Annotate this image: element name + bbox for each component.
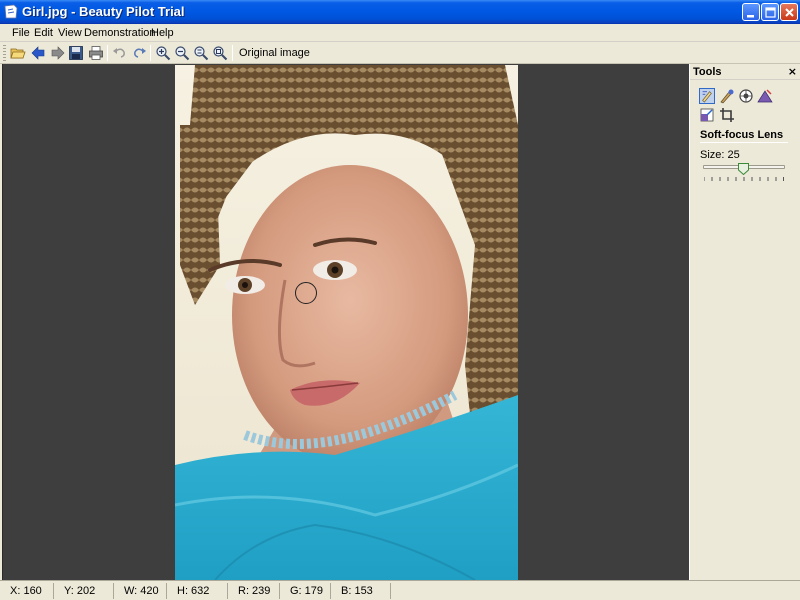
- redo-icon[interactable]: [131, 45, 147, 61]
- toolbar-separator: [232, 45, 233, 61]
- brush-cursor: [295, 282, 317, 304]
- menu-help[interactable]: Help: [151, 27, 174, 39]
- image-canvas[interactable]: [2, 64, 689, 580]
- active-tool-name: Soft-focus Lens: [700, 129, 784, 141]
- photo-girl[interactable]: [175, 65, 518, 580]
- tools-panel-title: Tools: [693, 66, 722, 78]
- zoom-fit-icon[interactable]: [193, 45, 209, 61]
- minimize-button[interactable]: [742, 3, 760, 21]
- menu-file[interactable]: File: [12, 27, 30, 39]
- status-w: W: 420: [124, 585, 159, 597]
- sharpen-tool-icon[interactable]: [757, 88, 773, 104]
- maximize-button[interactable]: [761, 3, 779, 21]
- status-y: Y: 202: [64, 585, 96, 597]
- menu-bar: File Edit View Demonstration Help: [0, 24, 800, 42]
- toolbar-grip[interactable]: [3, 45, 6, 61]
- app-icon: [4, 4, 18, 19]
- status-x: X: 160: [10, 585, 42, 597]
- zoom-out-icon[interactable]: [174, 45, 190, 61]
- resize-tool-icon[interactable]: [699, 107, 715, 123]
- menu-demonstration[interactable]: Demonstration: [84, 27, 156, 39]
- divider: [700, 142, 788, 143]
- size-slider-thumb[interactable]: [738, 163, 749, 175]
- photo-illustration: [175, 65, 518, 580]
- save-icon[interactable]: [68, 45, 84, 61]
- toolbar-separator: [107, 45, 108, 61]
- forward-icon[interactable]: [50, 45, 66, 61]
- status-w-cell: W: 420: [114, 583, 167, 599]
- zoom-in-icon[interactable]: [155, 45, 171, 61]
- status-x-cell: X: 160: [0, 583, 54, 599]
- status-b: B: 153: [341, 585, 373, 597]
- open-icon[interactable]: [10, 45, 26, 61]
- tools-panel-close-button[interactable]: ×: [788, 65, 797, 78]
- minimize-icon: [747, 15, 754, 18]
- status-g: G: 179: [290, 585, 324, 597]
- crop-tool-icon[interactable]: [719, 107, 735, 123]
- retouch-tool-icon[interactable]: [719, 88, 735, 104]
- undo-icon[interactable]: [112, 45, 128, 61]
- original-image-button[interactable]: Original image: [239, 47, 310, 59]
- status-bar: X: 160 Y: 202 W: 420 H: 632 R: 239 G: 17…: [0, 580, 800, 600]
- tools-panel: Tools × Soft-focus Lens Size: 25: [689, 64, 800, 580]
- window-title: Girl.jpg - Beauty Pilot Trial: [22, 4, 185, 19]
- zoom-actual-icon[interactable]: [212, 45, 228, 61]
- print-icon[interactable]: [88, 45, 104, 61]
- tools-panel-header: Tools ×: [690, 64, 800, 80]
- menu-view[interactable]: View: [58, 27, 82, 39]
- soft-focus-lens-tool-icon[interactable]: [699, 88, 715, 104]
- status-r: R: 239: [238, 585, 271, 597]
- menu-edit[interactable]: Edit: [34, 27, 53, 39]
- status-h: H: 632: [177, 585, 210, 597]
- toolbar: Original image: [0, 42, 800, 64]
- red-eye-tool-icon[interactable]: [738, 88, 754, 104]
- toolbar-separator: [150, 45, 151, 61]
- status-g-cell: G: 179: [280, 583, 331, 599]
- close-button[interactable]: [780, 3, 798, 21]
- close-icon: [785, 8, 794, 17]
- size-label: Size: 25: [700, 149, 740, 161]
- status-h-cell: H: 632: [167, 583, 228, 599]
- back-icon[interactable]: [30, 45, 46, 61]
- maximize-icon: [765, 7, 776, 18]
- title-bar[interactable]: Girl.jpg - Beauty Pilot Trial: [0, 0, 800, 24]
- status-y-cell: Y: 202: [54, 583, 114, 599]
- size-slider-ticks: [704, 177, 784, 181]
- status-r-cell: R: 239: [228, 583, 280, 599]
- status-b-cell: B: 153: [331, 583, 391, 599]
